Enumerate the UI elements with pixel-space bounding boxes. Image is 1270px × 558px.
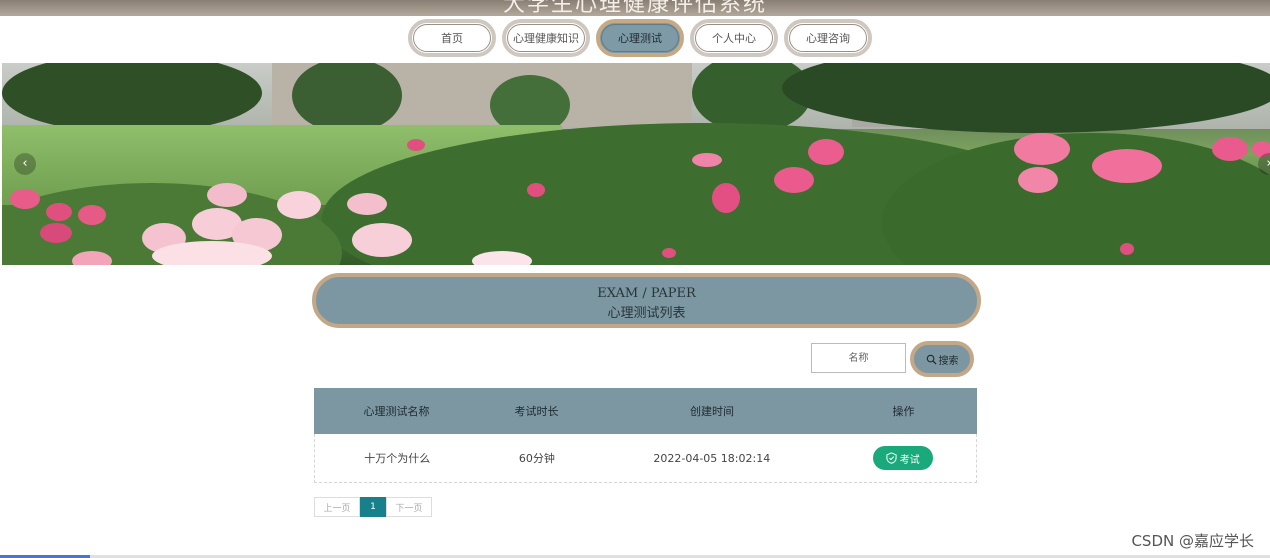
nav-item-knowledge[interactable]: 心理健康知识 — [502, 19, 590, 57]
banner-flower — [10, 189, 40, 209]
table-row: 十万个为什么 60分钟 2022-04-05 18:02:14 考试 — [314, 434, 977, 483]
banner-flower — [1212, 137, 1248, 161]
site-title: 大学生心理健康评估系统 — [502, 0, 767, 16]
start-exam-button[interactable]: 考试 — [872, 446, 933, 470]
banner-flower — [712, 183, 740, 213]
nav-item-test[interactable]: 心理测试 — [596, 19, 684, 57]
banner-flower — [277, 191, 321, 219]
section-title-en: EXAM / PAPER — [597, 286, 696, 301]
exam-name: 十万个为什么 — [364, 452, 431, 465]
exam-table: 心理测试名称 考试时长 创建时间 操作 十万个为什么 60分钟 2022-04-… — [314, 388, 977, 483]
banner-carousel[interactable]: ‹ › — [2, 63, 1270, 265]
banner-flower — [207, 183, 247, 207]
pagination: 上一页 1 下一页 — [314, 497, 432, 517]
column-header: 考试时长 — [514, 405, 559, 418]
banner-flower — [692, 153, 722, 167]
table-header: 心理测试名称 考试时长 创建时间 操作 — [314, 388, 977, 434]
banner-flower — [1014, 133, 1070, 165]
exam-action-cell: 考试 — [829, 446, 976, 470]
banner-flower — [472, 251, 532, 265]
nav-item-label: 心理咨询 — [789, 24, 867, 52]
banner-flower — [1018, 167, 1058, 193]
nav-item-consult[interactable]: 心理咨询 — [784, 19, 872, 57]
search-icon — [926, 354, 937, 365]
main-nav: 首页 心理健康知识 心理测试 个人中心 心理咨询 — [0, 19, 1270, 59]
column-header: 创建时间 — [690, 405, 734, 418]
banner-flower — [1092, 149, 1162, 183]
shield-check-icon — [886, 452, 897, 464]
banner-flower — [1120, 243, 1134, 255]
section-title: EXAM / PAPER 心理测试列表 — [312, 273, 981, 328]
exam-created-time: 2022-04-05 18:02:14 — [653, 451, 771, 465]
banner-flower — [40, 223, 72, 243]
banner-flower — [774, 167, 814, 193]
exam-duration: 60分钟 — [518, 452, 555, 465]
nav-item-profile[interactable]: 个人中心 — [690, 19, 778, 57]
top-title-bar: 大学生心理健康评估系统 — [0, 0, 1270, 16]
prev-page-button[interactable]: 上一页 — [314, 497, 360, 517]
section-title-cn: 心理测试列表 — [607, 306, 686, 321]
banner-flower — [662, 248, 676, 258]
chevron-left-icon: ‹ — [22, 156, 28, 171]
banner-flower — [347, 193, 387, 215]
banner-flower — [72, 251, 112, 265]
chevron-right-icon: › — [1266, 156, 1270, 171]
column-header: 操作 — [892, 405, 915, 418]
start-exam-label: 考试 — [899, 454, 920, 466]
nav-item-label: 个人中心 — [695, 24, 773, 52]
banner-flower — [352, 223, 412, 257]
search-button-label: 搜索 — [938, 355, 959, 367]
banner-flower — [808, 139, 844, 165]
nav-item-label: 首页 — [413, 24, 491, 52]
next-page-button[interactable]: 下一页 — [386, 497, 432, 517]
banner-prev-arrow[interactable]: ‹ — [14, 153, 36, 175]
search-button[interactable]: 搜索 — [910, 341, 974, 377]
banner-flower — [46, 203, 72, 221]
search-input[interactable] — [811, 343, 906, 373]
nav-item-label: 心理测试 — [601, 24, 679, 52]
column-header: 心理测试名称 — [363, 405, 430, 418]
banner-flower — [407, 139, 425, 151]
watermark: CSDN @嘉应学长 — [1131, 532, 1254, 550]
nav-item-home[interactable]: 首页 — [408, 19, 496, 57]
banner-flower — [527, 183, 545, 197]
nav-item-label: 心理健康知识 — [507, 24, 585, 52]
page-number-current[interactable]: 1 — [360, 497, 386, 517]
banner-flower — [152, 241, 272, 265]
banner-flower — [78, 205, 106, 225]
